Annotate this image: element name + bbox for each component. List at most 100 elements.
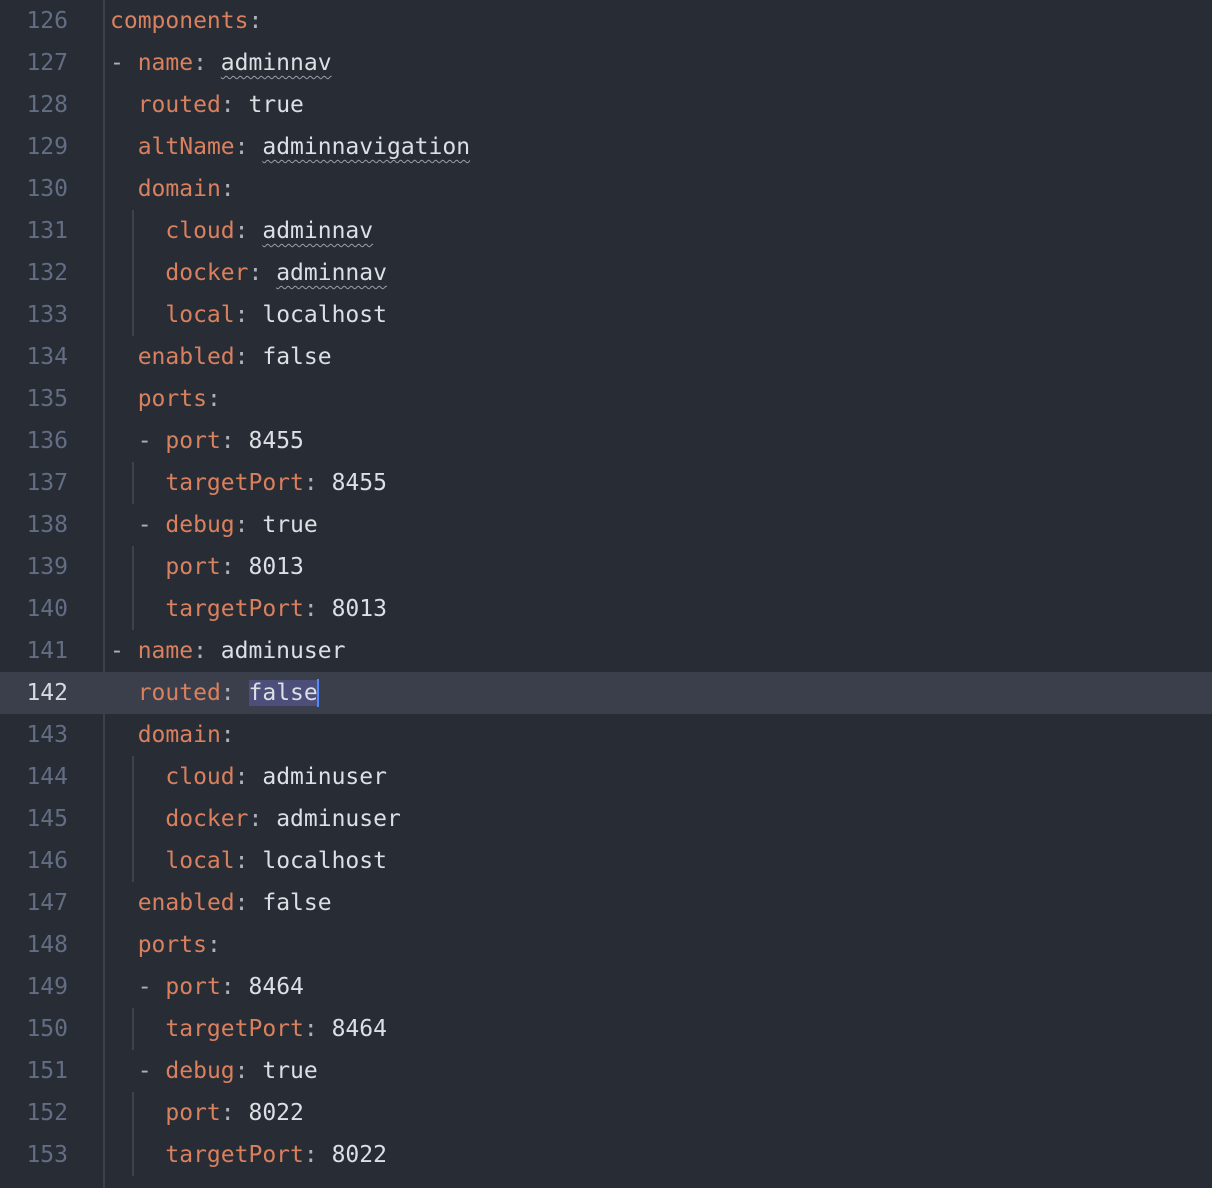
- code-line-143[interactable]: 143 domain:: [0, 714, 1212, 756]
- key-separator: :: [220, 1100, 249, 1126]
- code-line-131[interactable]: 131 cloud: adminnav: [0, 210, 1212, 252]
- line-number: 143: [26, 722, 68, 748]
- yaml-key: domain: [137, 176, 221, 202]
- code-text[interactable]: enabled: false: [110, 336, 332, 378]
- code-line-127[interactable]: 127 - name: adminnav: [0, 42, 1212, 84]
- yaml-key: enabled: [137, 344, 235, 370]
- key-separator: :: [220, 974, 249, 1000]
- code-text[interactable]: components:: [110, 0, 262, 42]
- code-line-134[interactable]: 134 enabled: false: [0, 336, 1212, 378]
- code-line-126[interactable]: 126 components:: [0, 0, 1212, 42]
- code-text[interactable]: targetPort: 8022: [110, 1134, 387, 1176]
- yaml-key: port: [165, 974, 221, 1000]
- code-text[interactable]: - debug: true: [110, 1050, 318, 1092]
- code-text[interactable]: - name: adminuser: [110, 630, 345, 672]
- code-text[interactable]: routed: true: [110, 84, 304, 126]
- yaml-value: true: [262, 1058, 318, 1084]
- code-line-152[interactable]: 152 port: 8022: [0, 1092, 1212, 1134]
- yaml-value-spellcheck: adminnavigation: [262, 134, 471, 160]
- code-text[interactable]: port: 8022: [110, 1092, 303, 1134]
- code-text[interactable]: - port: 8464: [110, 966, 304, 1008]
- code-text[interactable]: domain:: [110, 168, 235, 210]
- yaml-key: docker: [165, 806, 249, 832]
- indent-guide: [132, 462, 134, 504]
- yaml-value: false: [262, 344, 332, 370]
- line-number: 130: [26, 176, 68, 202]
- code-line-137[interactable]: 137 targetPort: 8455: [0, 462, 1212, 504]
- code-line-135[interactable]: 135 ports:: [0, 378, 1212, 420]
- code-line-146[interactable]: 146 local: localhost: [0, 840, 1212, 882]
- code-text[interactable]: enabled: false: [110, 882, 332, 924]
- code-text[interactable]: - name: adminnav: [110, 42, 332, 84]
- key-separator: :: [220, 176, 235, 202]
- yaml-key: targetPort: [165, 1142, 304, 1168]
- code-text[interactable]: cloud: adminuser: [110, 756, 387, 798]
- code-line-132[interactable]: 132 docker: adminnav: [0, 252, 1212, 294]
- yaml-key: targetPort: [165, 596, 304, 622]
- line-number: 149: [26, 974, 68, 1000]
- yaml-value-spellcheck: adminnav: [220, 50, 332, 76]
- indent-guide: [132, 1008, 134, 1050]
- line-number: 145: [26, 806, 68, 832]
- code-text[interactable]: routed: false: [110, 672, 319, 714]
- code-text[interactable]: targetPort: 8464: [110, 1008, 387, 1050]
- code-line-148[interactable]: 148 ports:: [0, 924, 1212, 966]
- line-number: 135: [26, 386, 68, 412]
- yaml-key: name: [137, 638, 194, 664]
- key-separator: :: [234, 848, 263, 874]
- code-text[interactable]: ports:: [110, 924, 221, 966]
- line-number: 137: [26, 470, 68, 496]
- code-text[interactable]: local: localhost: [110, 840, 387, 882]
- code-line-129[interactable]: 129 altName: adminnavigation: [0, 126, 1212, 168]
- code-text[interactable]: - debug: true: [110, 504, 318, 546]
- code-editor[interactable]: 126 components: 127 - name: adminnav 128 rou…: [0, 0, 1212, 1188]
- code-line-153[interactable]: 153 targetPort: 8022: [0, 1134, 1212, 1176]
- code-text[interactable]: cloud: adminnav: [110, 210, 373, 252]
- yaml-key: local: [165, 302, 235, 328]
- code-line-140[interactable]: 140 targetPort: 8013: [0, 588, 1212, 630]
- code-text[interactable]: local: localhost: [110, 294, 387, 336]
- code-line-141[interactable]: 141 - name: adminuser: [0, 630, 1212, 672]
- yaml-key: enabled: [137, 890, 235, 916]
- code-text[interactable]: domain:: [110, 714, 235, 756]
- line-number: 127: [26, 50, 68, 76]
- yaml-value: 8464: [331, 1016, 387, 1042]
- yaml-key: routed: [137, 92, 221, 118]
- code-line-151[interactable]: 151 - debug: true: [0, 1050, 1212, 1092]
- yaml-key: local: [165, 848, 235, 874]
- code-text[interactable]: targetPort: 8013: [110, 588, 387, 630]
- code-text[interactable]: targetPort: 8455: [110, 462, 387, 504]
- yaml-key: port: [165, 1100, 221, 1126]
- code-line-149[interactable]: 149 - port: 8464: [0, 966, 1212, 1008]
- key-separator: :: [303, 596, 332, 622]
- key-separator: :: [220, 428, 249, 454]
- code-line-142[interactable]: 142 routed: false: [0, 672, 1212, 714]
- code-line-133[interactable]: 133 local: localhost: [0, 294, 1212, 336]
- code-line-147[interactable]: 147 enabled: false: [0, 882, 1212, 924]
- code-line-128[interactable]: 128 routed: true: [0, 84, 1212, 126]
- code-text[interactable]: ports:: [110, 378, 221, 420]
- code-line-150[interactable]: 150 targetPort: 8464: [0, 1008, 1212, 1050]
- code-text[interactable]: port: 8013: [110, 546, 303, 588]
- code-line-130[interactable]: 130 domain:: [0, 168, 1212, 210]
- line-number: 144: [26, 764, 68, 790]
- yaml-key: debug: [165, 512, 235, 538]
- code-line-139[interactable]: 139 port: 8013: [0, 546, 1212, 588]
- code-text[interactable]: - port: 8455: [110, 420, 304, 462]
- code-line-138[interactable]: 138 - debug: true: [0, 504, 1212, 546]
- key-separator: :: [220, 680, 249, 706]
- code-line-145[interactable]: 145 docker: adminuser: [0, 798, 1212, 840]
- code-text[interactable]: docker: adminuser: [110, 798, 400, 840]
- code-text[interactable]: altName: adminnavigation: [110, 126, 470, 168]
- code-line-136[interactable]: 136 - port: 8455: [0, 420, 1212, 462]
- code-line-144[interactable]: 144 cloud: adminuser: [0, 756, 1212, 798]
- code-text[interactable]: docker: adminnav: [110, 252, 387, 294]
